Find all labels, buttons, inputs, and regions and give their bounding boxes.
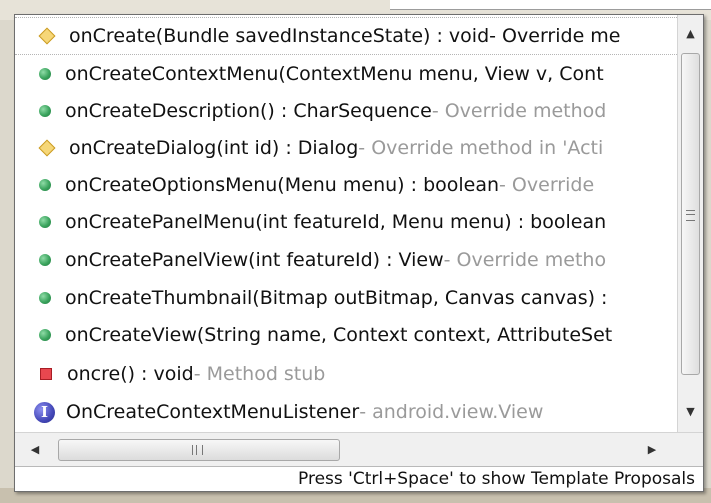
- proposal-signature: onCreateView(String name, Context contex…: [65, 324, 613, 346]
- proposal-signature: onCreateDialog(int id) : Dialog: [69, 137, 359, 159]
- proposal-item[interactable]: I OnCreateContextMenuListener - android.…: [15, 393, 677, 431]
- editor-text-area: [390, 0, 711, 10]
- proposal-signature: OnCreateContextMenuListener: [66, 401, 360, 423]
- proposal-signature: onCreateDescription() : CharSequence: [65, 100, 432, 122]
- scroll-right-icon[interactable]: ▶: [637, 433, 667, 466]
- yellow-diamond-icon: [38, 27, 56, 45]
- vertical-scrollbar[interactable]: ▲ ▼: [677, 15, 703, 432]
- scroll-down-icon[interactable]: ▼: [678, 397, 703, 427]
- proposal-item[interactable]: onCreateContextMenu(ContextMenu menu, Vi…: [15, 55, 677, 93]
- proposal-signature: oncre() : void: [67, 363, 194, 385]
- proposal-signature: onCreate(Bundle savedInstanceState) : vo…: [69, 25, 490, 47]
- proposal-detail: - android.view.View: [359, 401, 544, 423]
- proposal-detail: - Override method in 'Acti: [358, 137, 604, 159]
- green-dot-icon: [39, 179, 51, 191]
- green-dot-icon: [39, 329, 51, 341]
- proposal-detail: - Override method: [431, 100, 607, 122]
- yellow-diamond-icon: [38, 139, 56, 157]
- content-assist-popup: onCreate(Bundle savedInstanceState) : vo…: [14, 14, 704, 492]
- proposal-item[interactable]: oncre() : void - Method stub: [15, 355, 677, 393]
- proposal-item[interactable]: onCreatePanelMenu(int featureId, Menu me…: [15, 203, 677, 241]
- proposal-signature: onCreatePanelMenu(int featureId, Menu me…: [65, 211, 607, 233]
- red-square-icon: [40, 368, 52, 380]
- horizontal-scroll-thumb[interactable]: [58, 439, 340, 461]
- status-hint[interactable]: Press 'Ctrl+Space' to show Template Prop…: [15, 466, 703, 491]
- proposal-detail: - Method stub: [193, 363, 326, 385]
- interface-icon: I: [34, 401, 55, 423]
- proposal-item[interactable]: onCreateView(String name, Context contex…: [15, 316, 677, 354]
- scroll-up-icon[interactable]: ▲: [678, 19, 703, 49]
- proposal-item[interactable]: onCreateDescription() : CharSequence - O…: [15, 92, 677, 130]
- proposal-item[interactable]: onCreate(Bundle savedInstanceState) : vo…: [15, 17, 677, 55]
- proposal-signature: onCreateContextMenu(ContextMenu menu, Vi…: [65, 63, 604, 85]
- scroll-left-icon[interactable]: ◀: [20, 433, 50, 466]
- grip-icon: [686, 210, 695, 221]
- green-dot-icon: [39, 68, 51, 80]
- proposal-detail: - Override me: [489, 25, 621, 47]
- green-dot-icon: [39, 105, 51, 117]
- proposal-signature: onCreateThumbnail(Bitmap outBitmap, Canv…: [65, 287, 608, 309]
- proposal-item[interactable]: onCreatePanelView(int featureId) : View …: [15, 241, 677, 279]
- proposal-item[interactable]: onCreateThumbnail(Bitmap outBitmap, Canv…: [15, 279, 677, 317]
- proposal-detail: - Override: [499, 174, 595, 196]
- green-dot-icon: [39, 292, 51, 304]
- proposal-item[interactable]: onCreateOptionsMenu(Menu menu) : boolean…: [15, 166, 677, 204]
- proposal-detail: - Override metho: [443, 249, 607, 271]
- green-dot-icon: [39, 254, 51, 266]
- horizontal-scrollbar[interactable]: ◀ ▶: [15, 432, 703, 466]
- vertical-scroll-thumb[interactable]: [681, 53, 700, 375]
- proposal-signature: onCreateOptionsMenu(Menu menu) : boolean: [65, 174, 500, 196]
- proposal-list[interactable]: onCreate(Bundle savedInstanceState) : vo…: [15, 15, 677, 432]
- grip-icon: [192, 445, 203, 455]
- proposal-signature: onCreatePanelView(int featureId) : View: [65, 249, 444, 271]
- proposal-item[interactable]: onCreateDialog(int id) : Dialog - Overri…: [15, 129, 677, 167]
- green-dot-icon: [39, 216, 51, 228]
